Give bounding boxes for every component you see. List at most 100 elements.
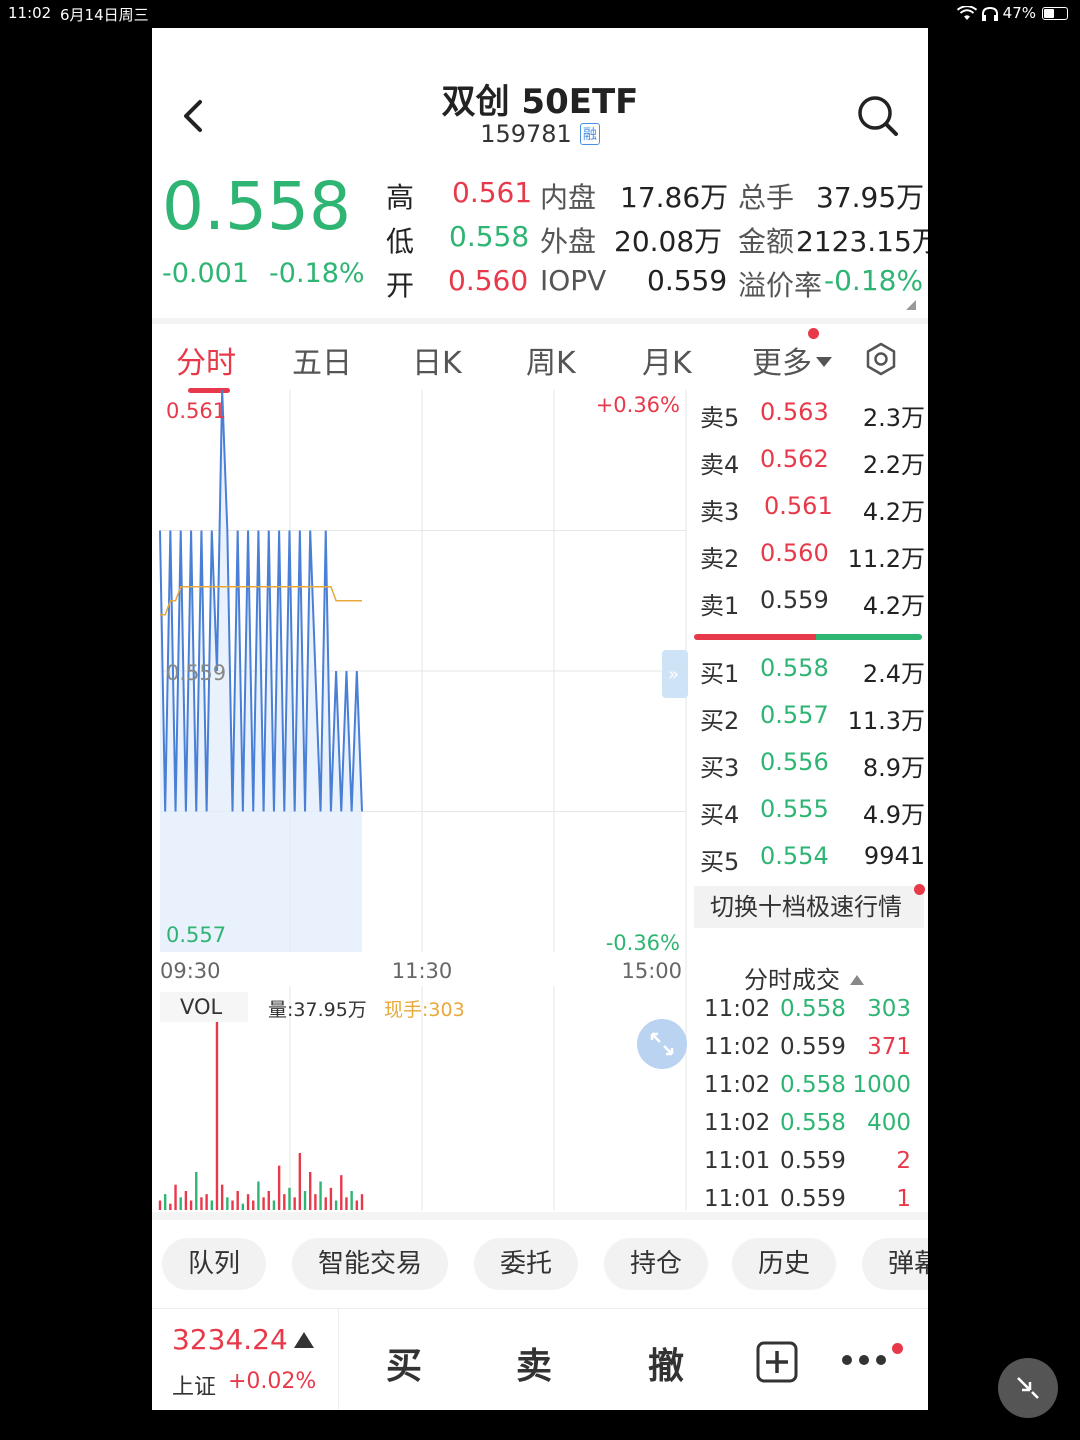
- ask-price: 0.560: [760, 539, 829, 567]
- trade-volume: 1: [896, 1186, 911, 1212]
- bid-volume: 2.4万: [862, 660, 925, 688]
- pill-history[interactable]: 历史: [732, 1238, 836, 1290]
- pill-queue[interactable]: 队列: [162, 1238, 266, 1290]
- sell-button[interactable]: 卖: [516, 1337, 552, 1389]
- trade-volume: 400: [867, 1110, 911, 1136]
- trade-row: 11:02 0.558 400: [704, 1110, 911, 1148]
- buy-strength-bar: [816, 634, 922, 640]
- trade-volume: 371: [867, 1034, 911, 1060]
- trades-title[interactable]: 分时成交: [744, 960, 864, 995]
- vol-tag[interactable]: VOL: [180, 995, 223, 1019]
- volume-bar: [189, 1200, 193, 1210]
- pct-high-label: +0.36%: [596, 393, 680, 417]
- ask-volume: 4.2万: [862, 592, 925, 620]
- header: 双创 50ETF 159781 融: [152, 28, 928, 158]
- ask-label: 卖4: [700, 451, 740, 479]
- trade-price: 0.558: [780, 1110, 846, 1136]
- volume-bar: [319, 1181, 322, 1210]
- tab-intraday[interactable]: 分时: [176, 338, 236, 382]
- volume-bar: [174, 1184, 177, 1210]
- price-high-label: 0.561: [166, 399, 226, 423]
- pill-danmaku[interactable]: 弹幕: [862, 1238, 928, 1290]
- bid-row[interactable]: 买2 0.557 11.3万: [700, 701, 925, 741]
- stock-code-row: 159781 融: [152, 120, 928, 148]
- volume-bar: [246, 1194, 250, 1210]
- intraday-chart-svg: 0.561 0.559 0.557 +0.36% -0.36% 09:30 11…: [158, 389, 688, 1210]
- bid-row[interactable]: 买3 0.556 8.9万: [700, 748, 925, 788]
- bid-label: 买1: [700, 660, 740, 688]
- trade-volume: 303: [867, 996, 911, 1022]
- buy-button[interactable]: 买: [386, 1337, 422, 1389]
- bid-row[interactable]: 买1 0.558 2.4万: [700, 654, 925, 694]
- volume-bar: [360, 1194, 364, 1210]
- tab-more[interactable]: 更多: [752, 338, 832, 382]
- add-icon[interactable]: [756, 1341, 798, 1383]
- index-value[interactable]: 3234.24: [172, 1323, 314, 1356]
- status-bar: 11:02 6月14日周三 47%: [0, 0, 1080, 28]
- more-notification-dot: [808, 328, 819, 339]
- pill-orders[interactable]: 委托: [474, 1238, 578, 1290]
- bid-price: 0.556: [760, 748, 829, 776]
- tab-day-k[interactable]: 日K: [412, 338, 462, 382]
- trade-price: 0.558: [780, 1072, 846, 1098]
- volume-bar: [334, 1200, 338, 1210]
- volume-bar: [215, 1020, 219, 1210]
- intraday-chart[interactable]: 0.561 0.559 0.557 +0.36% -0.36% 09:30 11…: [152, 389, 688, 1210]
- cancel-button[interactable]: 撤: [648, 1337, 684, 1389]
- fullscreen-button[interactable]: [637, 1019, 687, 1069]
- quote-low-value: 0.558: [449, 220, 530, 253]
- volume-bar: [288, 1187, 291, 1210]
- page-title: 双创 50ETF: [441, 82, 639, 122]
- ask-price: 0.562: [760, 445, 829, 473]
- bid-label: 买5: [700, 848, 740, 876]
- triangle-up-icon: [850, 975, 864, 985]
- ask-row[interactable]: 卖5 0.563 2.3万: [700, 398, 925, 438]
- ask-row[interactable]: 卖1 0.559 4.2万: [700, 586, 925, 626]
- quote-low-label: 低: [386, 225, 415, 258]
- quote-amount-value: 2123.15万: [796, 225, 928, 258]
- ask-volume: 11.2万: [847, 545, 925, 573]
- up-triangle-icon: [293, 1332, 314, 1348]
- status-right: 47%: [956, 4, 1068, 22]
- volume-bar: [226, 1197, 229, 1210]
- volume-bar: [314, 1194, 317, 1210]
- quote-inner-value: 17.86万: [620, 181, 729, 214]
- bid-row[interactable]: 买5 0.554 9941: [700, 842, 925, 882]
- trade-time: 11:02: [704, 1110, 771, 1136]
- search-icon[interactable]: [856, 94, 900, 138]
- tab-five-day[interactable]: 五日: [292, 338, 352, 382]
- volume-bar: [169, 1203, 172, 1210]
- switch-ten-level-button[interactable]: 切换十档极速行情: [694, 886, 924, 928]
- tab-week-k[interactable]: 周K: [526, 338, 576, 382]
- pill-smart-trade[interactable]: 智能交易: [292, 1238, 448, 1290]
- quote-open-label: 开: [386, 269, 415, 302]
- quote-premium-value: -0.18%: [824, 264, 924, 297]
- ask-row[interactable]: 卖4 0.562 2.2万: [700, 445, 925, 485]
- volume-bar: [277, 1165, 281, 1210]
- more-dots-icon[interactable]: [840, 1353, 888, 1367]
- stock-code: 159781: [480, 120, 572, 148]
- tab-month-k[interactable]: 月K: [642, 338, 692, 382]
- quote-total-label: 总手: [738, 181, 795, 214]
- ask-label: 卖5: [700, 404, 740, 432]
- quote-high-label: 高: [386, 181, 415, 214]
- trade-row: 11:01 0.559 2: [704, 1148, 911, 1186]
- pct-low-label: -0.36%: [606, 931, 680, 955]
- ask-row[interactable]: 卖3 0.561 4.2万: [700, 492, 925, 532]
- quote-inner-label: 内盘: [540, 181, 597, 214]
- ask-row[interactable]: 卖2 0.560 11.2万: [700, 539, 925, 579]
- trade-time: 11:01: [704, 1148, 771, 1174]
- volume-bar: [241, 1203, 245, 1210]
- quote-iopv-label: IOPV: [540, 264, 607, 297]
- trade-price: 0.559: [780, 1034, 846, 1060]
- pill-positions[interactable]: 持仓: [604, 1238, 708, 1290]
- bid-row[interactable]: 买4 0.555 4.9万: [700, 795, 925, 835]
- bottom-divider: [338, 1309, 339, 1410]
- volume-bar: [236, 1191, 239, 1210]
- change-percent: -0.18%: [269, 258, 365, 289]
- volume-bars: [158, 1020, 364, 1210]
- collapse-window-button[interactable]: [998, 1358, 1058, 1418]
- ask-price: 0.559: [760, 586, 829, 614]
- gear-icon[interactable]: [864, 342, 898, 376]
- volume-bar: [158, 1200, 162, 1210]
